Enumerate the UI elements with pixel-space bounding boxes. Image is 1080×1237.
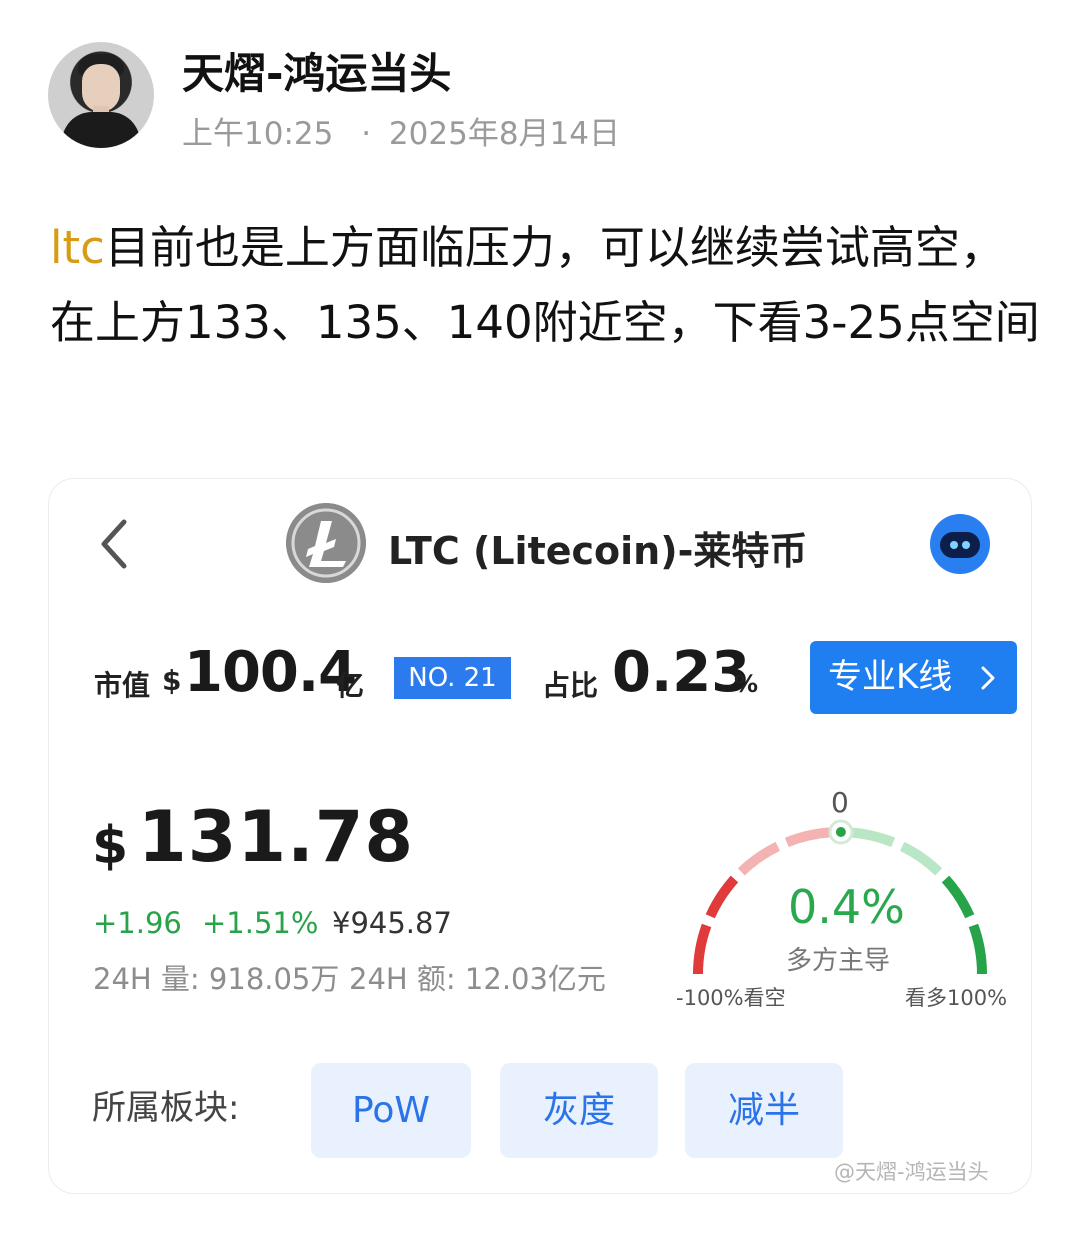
pro-kline-label: 专业K线 xyxy=(828,657,953,697)
sentiment-dominance: 多方主导 xyxy=(786,946,891,976)
share-label: 占比 xyxy=(542,669,599,702)
litecoin-logo-icon xyxy=(286,503,366,583)
change-absolute: +1.96 xyxy=(93,906,182,940)
post-date: 2025年8月14日 xyxy=(388,116,620,152)
watermark: @天熠-鸿运当头 xyxy=(834,1160,989,1184)
sentiment-value: 0.4% xyxy=(788,880,905,934)
gauge-right-label: 看多100% xyxy=(905,986,1008,1010)
post-text: ltc目前也是上方面临压力，可以继续尝试高空，在上方133、135、140附近空… xyxy=(50,210,1040,360)
pro-kline-button[interactable]: 专业K线 xyxy=(810,641,1017,714)
gauge-segment xyxy=(737,841,781,876)
market-cap-label: 市值 xyxy=(94,669,151,702)
gauge-segment xyxy=(968,923,987,975)
price-value: 131.78 xyxy=(138,796,415,878)
market-cap-value: 100.4 xyxy=(184,640,357,705)
chevron-right-icon xyxy=(981,666,995,690)
market-cap-currency: $ xyxy=(162,664,182,697)
market-cap-unit: 亿 xyxy=(336,669,365,702)
meta-separator: · xyxy=(361,116,372,152)
volume-24h: 24H 量: 918.05万 xyxy=(93,962,340,996)
author-avatar[interactable] xyxy=(48,42,154,148)
post-body: 目前也是上方面临压力，可以继续尝试高空，在上方133、135、140附近空，下看… xyxy=(50,221,1040,349)
gauge-segment xyxy=(705,875,739,919)
post-meta: 上午10:25 · 2025年8月14日 xyxy=(182,108,620,153)
chevron-left-icon[interactable] xyxy=(96,516,136,572)
change-percent: +1.51% xyxy=(202,906,319,940)
gauge-segment xyxy=(941,875,975,919)
coin-tag[interactable]: ltc xyxy=(50,221,105,274)
gauge-segment xyxy=(784,827,831,848)
rank-badge: NO. 21 xyxy=(394,657,511,699)
gauge-left-label: -100%看空 xyxy=(676,986,786,1010)
gauge-zero-label: 0 xyxy=(831,786,849,819)
author-name[interactable]: 天熠-鸿运当头 xyxy=(182,40,451,101)
gauge-segment xyxy=(693,923,712,975)
price-currency: $ xyxy=(92,816,129,876)
gauge-marker-dot xyxy=(835,827,846,838)
robot-assistant-icon[interactable] xyxy=(930,514,990,574)
price-cny: ¥945.87 xyxy=(332,906,452,940)
sector-chip-grayscale[interactable]: 灰度 xyxy=(500,1063,658,1158)
gauge-segment xyxy=(899,841,943,876)
coin-title: LTC (Litecoin)-莱特币 xyxy=(388,529,808,573)
gauge-segment xyxy=(849,827,896,848)
sector-chip-halving[interactable]: 减半 xyxy=(685,1063,843,1158)
sector-label: 所属板块: xyxy=(92,1088,240,1128)
amount-24h: 24H 额: 12.03亿元 xyxy=(349,962,606,996)
sector-chip-pow[interactable]: PoW xyxy=(311,1063,471,1158)
share-unit: % xyxy=(734,670,759,698)
share-value: 0.23 xyxy=(612,640,751,705)
post-time: 上午10:25 xyxy=(182,116,334,152)
